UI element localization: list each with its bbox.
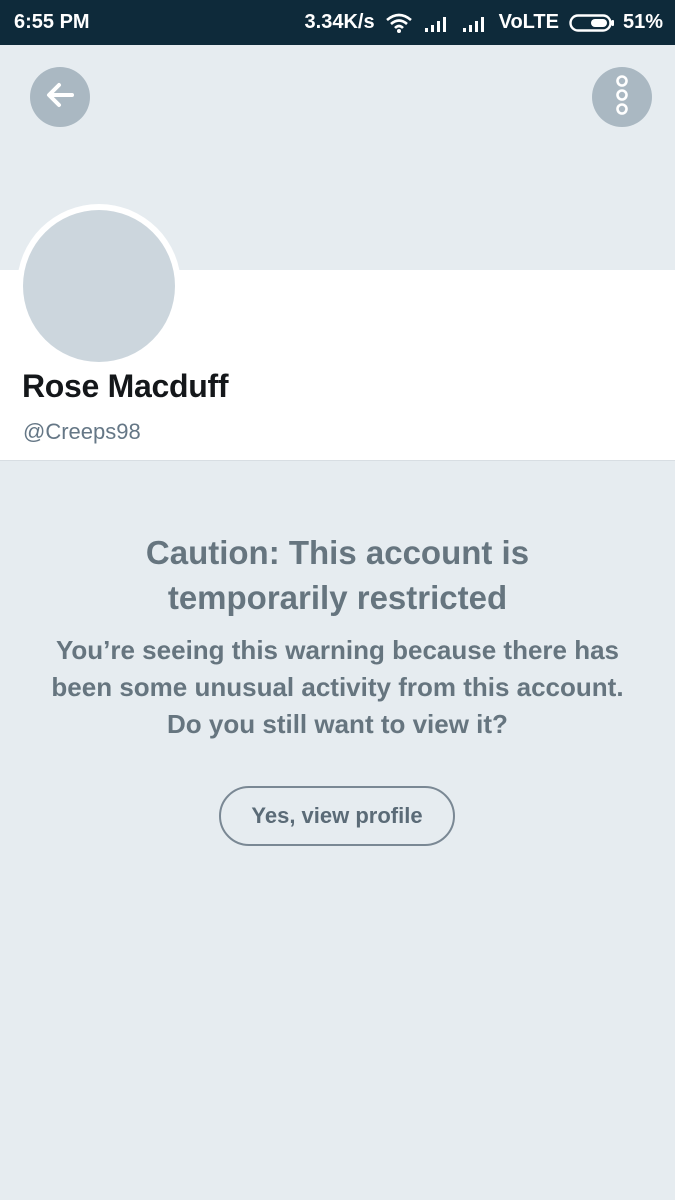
caution-notice: Caution: This account is temporarily res… xyxy=(0,530,675,743)
back-button[interactable] xyxy=(30,67,90,127)
battery-icon xyxy=(569,13,615,33)
network-speed: 3.34K/s xyxy=(304,11,375,33)
status-right: 3.34K/s VoLTE 51% xyxy=(305,11,663,34)
status-time: 6:55 PM xyxy=(14,11,90,33)
network-type: VoLTE xyxy=(498,11,559,33)
avatar[interactable] xyxy=(17,204,181,368)
display-name: Rose Macduff xyxy=(22,368,229,404)
more-vertical-icon xyxy=(612,73,632,122)
signal-icon xyxy=(461,13,489,33)
avatar-placeholder xyxy=(23,210,175,362)
view-profile-button[interactable]: Yes, view profile xyxy=(219,786,455,846)
signal-icon xyxy=(423,13,451,33)
wifi-icon xyxy=(385,12,413,34)
status-left: 6:55 PM xyxy=(14,11,90,34)
battery: 51% xyxy=(569,11,663,34)
caution-message: You’re seeing this warning because there… xyxy=(51,635,624,739)
more-options-button[interactable] xyxy=(592,67,652,127)
user-handle: @Creeps98 xyxy=(23,419,141,444)
battery-level: 51% xyxy=(622,11,663,33)
status-bar: 6:55 PM 3.34K/s VoLTE 51% xyxy=(0,0,675,45)
caution-title: Caution: This account is temporarily res… xyxy=(145,534,530,616)
arrow-left-icon xyxy=(42,77,78,118)
